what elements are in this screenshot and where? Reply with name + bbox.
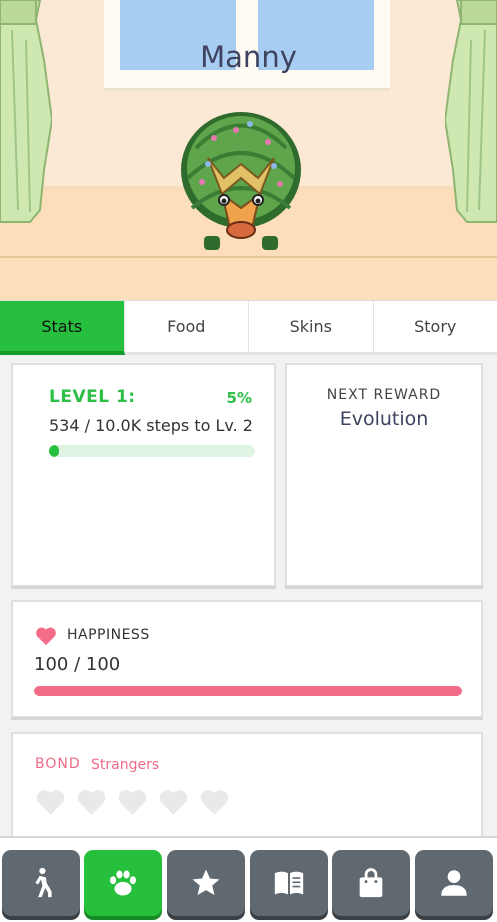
floor-stripe: [0, 256, 497, 258]
bond-label: BOND: [35, 756, 81, 772]
nav-journal-button[interactable]: [250, 850, 328, 916]
tab-skins[interactable]: Skins: [249, 301, 374, 355]
happiness-value: 100 / 100: [34, 654, 120, 675]
walk-icon: [24, 866, 58, 900]
level-percent: 5%: [227, 389, 252, 407]
bottom-nav: [0, 836, 497, 922]
bond-card: BOND Strangers: [11, 732, 483, 852]
nav-profile-button[interactable]: [415, 850, 493, 916]
bond-heart-icon: [117, 788, 148, 816]
happiness-progress-bar: [34, 686, 462, 696]
steps-to-next-level: 534 / 10.0K steps to Lv. 2: [49, 416, 253, 435]
tab-bar: Stats Food Skins Story: [0, 300, 497, 355]
pet-room-scene: Manny: [0, 0, 497, 300]
level-progress-bar: [49, 445, 255, 457]
heart-icon: [35, 626, 57, 646]
curtain-left: [0, 0, 52, 225]
happiness-card: HAPPINESS 100 / 100: [11, 600, 483, 718]
bond-heart-icon: [76, 788, 107, 816]
profile-icon: [437, 866, 471, 900]
level-card: LEVEL 1: 5% 534 / 10.0K steps to Lv. 2: [11, 363, 276, 587]
level-title: LEVEL 1:: [49, 387, 136, 407]
nav-favorites-button[interactable]: [167, 850, 245, 916]
pet-name: Manny: [0, 40, 497, 74]
curtain-right: [445, 0, 497, 225]
tab-story[interactable]: Story: [374, 301, 497, 355]
next-reward-value: Evolution: [287, 408, 481, 430]
next-reward-card: NEXT REWARD Evolution: [285, 363, 483, 587]
nav-shop-button[interactable]: [332, 850, 410, 916]
level-progress-fill: [49, 445, 59, 457]
happiness-label: HAPPINESS: [67, 627, 150, 643]
paw-icon: [106, 866, 140, 900]
bond-status: Strangers: [91, 757, 159, 773]
pet-sprite[interactable]: [178, 108, 304, 256]
tab-stats[interactable]: Stats: [0, 301, 125, 355]
bond-heart-icon: [199, 788, 230, 816]
star-icon: [189, 866, 223, 900]
nav-pet-button[interactable]: [84, 850, 162, 916]
bond-heart-icon: [35, 788, 66, 816]
happiness-progress-fill: [34, 686, 462, 696]
tab-food[interactable]: Food: [125, 301, 250, 355]
book-icon: [272, 866, 306, 900]
next-reward-label: NEXT REWARD: [287, 387, 481, 403]
bond-heart-icon: [158, 788, 189, 816]
shop-bag-icon: [354, 866, 388, 900]
bond-hearts: [35, 788, 230, 816]
nav-walk-button[interactable]: [2, 850, 80, 916]
